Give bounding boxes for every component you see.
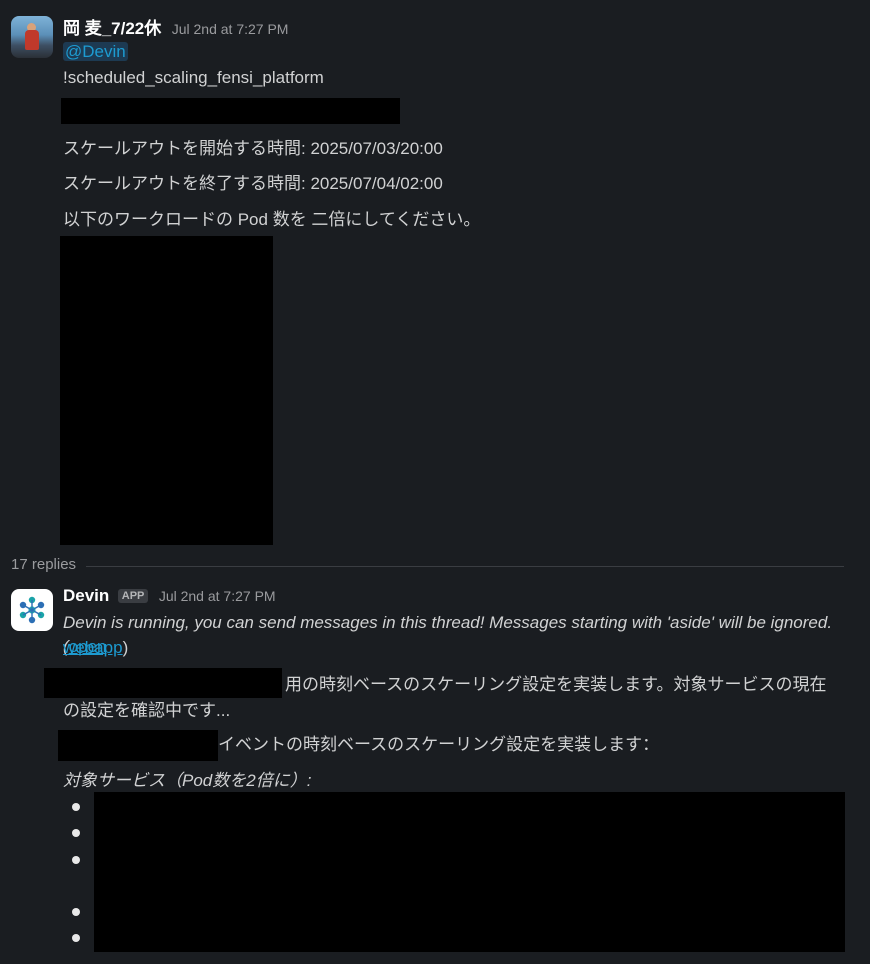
bullet-point — [72, 856, 80, 864]
thread-replies-count[interactable]: 17 replies — [11, 556, 76, 573]
devin-avatar[interactable] — [11, 589, 53, 631]
bullet-point — [72, 908, 80, 916]
redacted-block — [94, 792, 845, 952]
mention-line: @Devin — [63, 40, 128, 64]
message2-header: Devin APP Jul 2nd at 7:27 PM — [63, 586, 276, 606]
devin-status-text: Devin is running, you can send messages … — [63, 611, 853, 659]
sender-name[interactable]: Devin — [63, 586, 109, 605]
status-sentence: Devin is running, you can send messages … — [63, 613, 833, 656]
implementation-text-line2: の設定を確認中です... — [63, 701, 231, 720]
open-webapp-link[interactable]: webapp — [63, 638, 123, 657]
status-line2: webapp) — [63, 636, 128, 660]
bullet-point — [72, 934, 80, 942]
event-text: イベントの時刻ベースのスケーリング設定を実装します： — [218, 735, 660, 754]
redacted-block — [58, 730, 218, 761]
mention-devin[interactable]: @Devin — [63, 42, 128, 61]
devin-logo-icon — [19, 596, 45, 624]
message-timestamp[interactable]: Jul 2nd at 7:27 PM — [172, 21, 289, 37]
target-services-label: 対象サービス（Pod数を2倍に）: — [63, 771, 312, 790]
bullet-point — [72, 829, 80, 837]
bullet-point — [72, 803, 80, 811]
redacted-block — [60, 236, 273, 545]
pod-request-text: 以下のワークロードの Pod 数を 二倍にしてください。 — [63, 210, 481, 229]
status-close-paren: ) — [122, 638, 129, 657]
message1-header: 岡 麦_7/22休 Jul 2nd at 7:27 PM — [63, 14, 288, 39]
message-timestamp[interactable]: Jul 2nd at 7:27 PM — [159, 588, 276, 604]
sender-name[interactable]: 岡 麦_7/22休 — [63, 19, 161, 38]
command-text: !scheduled_scaling_fensi_platform — [63, 68, 324, 87]
thread-divider — [86, 566, 844, 567]
implementation-text-line1: 用の時刻ベースのスケーリング設定を実装します。対象サービスの現在 — [285, 675, 827, 694]
avatar-figure — [25, 30, 39, 50]
app-badge: APP — [117, 589, 149, 603]
redacted-block — [44, 668, 282, 698]
redacted-block — [61, 98, 400, 124]
scale-out-end-text: スケールアウトを終了する時間: 2025/07/04/02:00 — [63, 174, 443, 193]
user-avatar[interactable] — [11, 16, 53, 58]
scale-out-start-text: スケールアウトを開始する時間: 2025/07/03/20:00 — [63, 139, 443, 158]
